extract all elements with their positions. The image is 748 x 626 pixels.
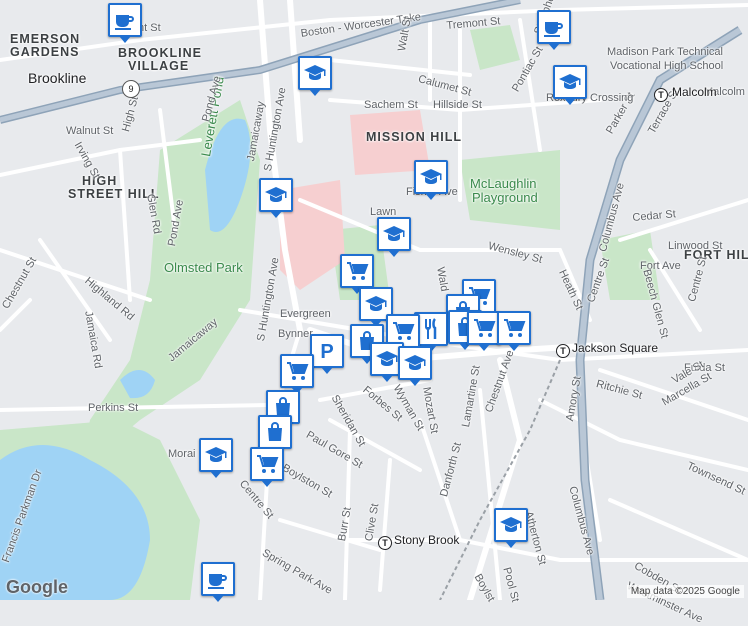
parking-icon: P bbox=[315, 339, 339, 363]
school-marker[interactable] bbox=[298, 56, 332, 96]
restaurant-icon bbox=[419, 317, 443, 341]
map-attribution: Map data ©2025 Google bbox=[626, 585, 744, 598]
grocery-marker[interactable] bbox=[280, 354, 314, 394]
transit-icon: T bbox=[556, 344, 570, 358]
transit-icon: T bbox=[378, 536, 392, 550]
cafe-icon bbox=[113, 8, 137, 32]
route-shield: 9 bbox=[122, 80, 140, 98]
map-label-nbhd: MISSION HILL bbox=[366, 130, 463, 144]
cafe-marker[interactable] bbox=[537, 10, 571, 50]
school-icon bbox=[499, 513, 523, 537]
svg-text:P: P bbox=[320, 341, 333, 363]
cafe-icon bbox=[206, 567, 230, 591]
school-marker[interactable] bbox=[199, 438, 233, 478]
map-label-street: Evergreen bbox=[280, 308, 331, 320]
grocery-marker[interactable] bbox=[467, 311, 501, 351]
school-marker[interactable] bbox=[259, 178, 293, 218]
transit-station[interactable]: T Jackson Square bbox=[556, 341, 658, 358]
school-icon bbox=[382, 222, 406, 246]
school-icon bbox=[403, 351, 427, 375]
school-marker[interactable] bbox=[398, 346, 432, 386]
transit-station-label: Jackson Square bbox=[572, 341, 659, 355]
map-label-park: McLaughlin bbox=[470, 176, 537, 191]
map-label-nbhd: VILLAGE bbox=[128, 59, 190, 73]
grocery-icon bbox=[285, 359, 309, 383]
transit-icon: T bbox=[654, 88, 668, 102]
grocery-icon bbox=[391, 319, 415, 343]
map-label-street: Vocational High School bbox=[610, 60, 724, 72]
map-label-street: Morai bbox=[168, 448, 196, 460]
transit-station-label: Malcolm bbox=[672, 85, 717, 99]
school-icon bbox=[419, 165, 443, 189]
map-label-nbhd: GARDENS bbox=[10, 45, 80, 59]
map-label-street: Hillside St bbox=[433, 99, 482, 111]
grocery-marker[interactable] bbox=[497, 311, 531, 351]
map-label-street: Madison Park Technical bbox=[607, 46, 723, 58]
transit-station[interactable]: T Malcolm bbox=[654, 85, 717, 102]
cafe-marker[interactable] bbox=[201, 562, 235, 602]
school-marker[interactable] bbox=[414, 160, 448, 200]
school-icon bbox=[264, 183, 288, 207]
school-marker[interactable] bbox=[553, 65, 587, 105]
transit-station-label: Stony Brook bbox=[394, 533, 460, 547]
grocery-marker[interactable] bbox=[250, 447, 284, 487]
cafe-icon bbox=[542, 15, 566, 39]
school-marker[interactable] bbox=[494, 508, 528, 548]
map-label-street: Perkins St bbox=[88, 402, 139, 414]
school-icon bbox=[364, 292, 388, 316]
shopping-icon bbox=[263, 420, 287, 444]
transit-station[interactable]: T Stony Brook bbox=[378, 533, 459, 550]
map-label-street: Linwood St bbox=[668, 240, 723, 252]
cafe-marker[interactable] bbox=[108, 3, 142, 43]
grocery-marker[interactable] bbox=[340, 254, 374, 294]
map-label-park: Playground bbox=[472, 190, 538, 205]
grocery-icon bbox=[502, 316, 526, 340]
school-icon bbox=[375, 347, 399, 371]
grocery-icon bbox=[345, 259, 369, 283]
parking-marker[interactable]: P bbox=[310, 334, 344, 374]
google-logo: Google bbox=[6, 577, 68, 597]
map-label-nbhd: EMERSON bbox=[10, 32, 81, 46]
map-label-street: Bynner bbox=[278, 328, 313, 340]
grocery-icon bbox=[472, 316, 496, 340]
map-label-street: Walnut St bbox=[66, 125, 114, 137]
school-icon bbox=[204, 443, 228, 467]
map-label-street: Sachem St bbox=[364, 99, 418, 111]
grocery-icon bbox=[255, 452, 279, 476]
school-marker[interactable] bbox=[377, 217, 411, 257]
map-label-park: Olmsted Park bbox=[164, 260, 243, 275]
school-icon bbox=[558, 70, 582, 94]
shopping-marker[interactable] bbox=[258, 415, 292, 455]
map-label-town: Brookline bbox=[28, 70, 87, 86]
map-label-nbhd: BROOKLINE bbox=[118, 46, 202, 60]
school-icon bbox=[303, 61, 327, 85]
